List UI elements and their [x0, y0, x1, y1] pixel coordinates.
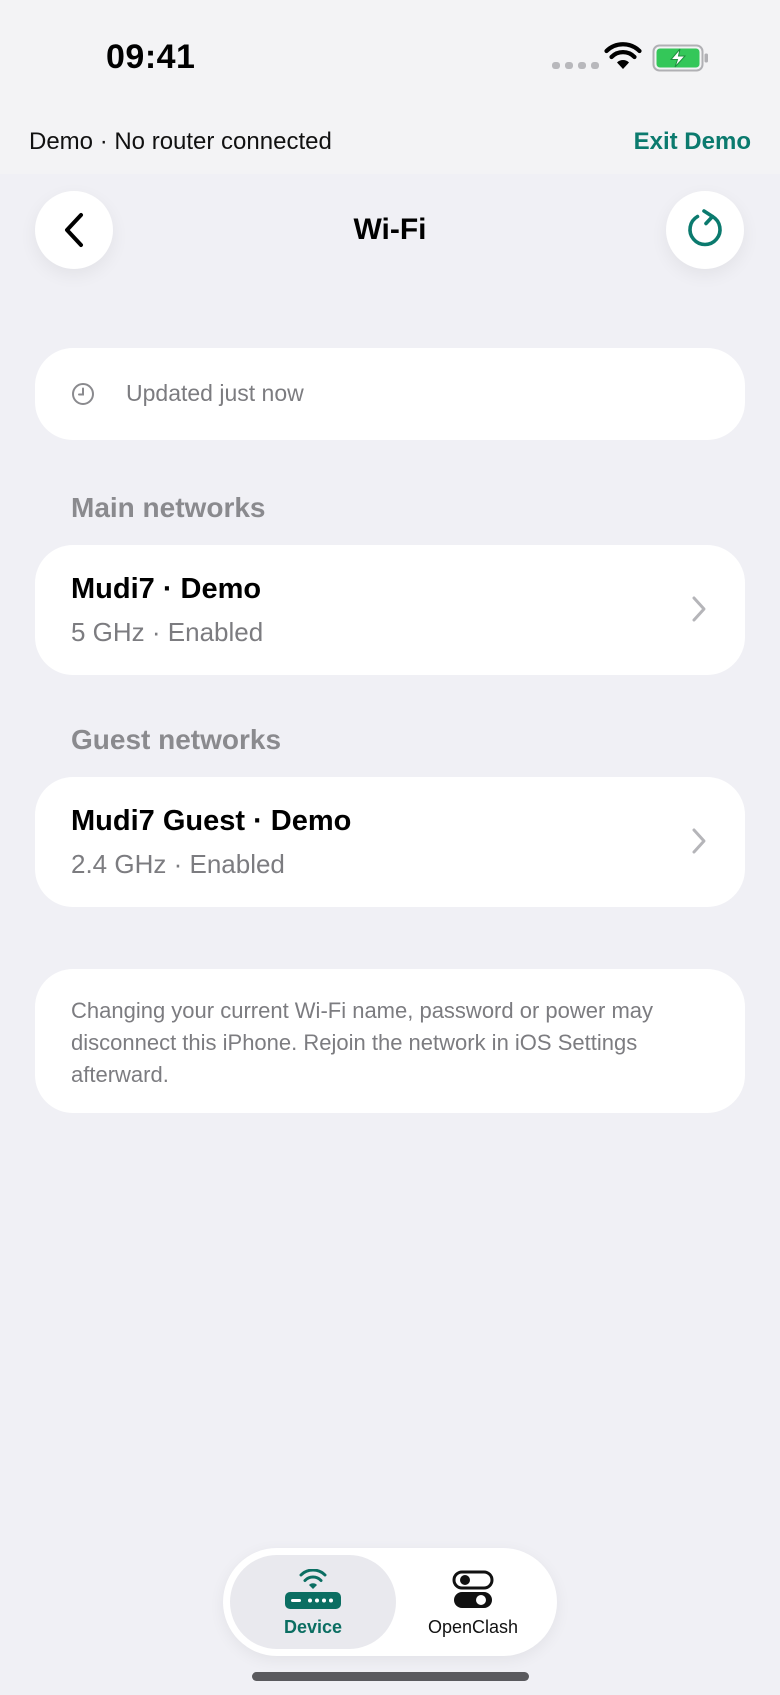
network-detail: 5 GHz · Enabled [71, 617, 264, 647]
home-indicator[interactable] [252, 1672, 529, 1681]
wifi-icon [604, 42, 642, 69]
tab-device[interactable]: Device [230, 1555, 396, 1649]
refresh-icon [688, 209, 722, 247]
tab-openclash-label: OpenClash [427, 1617, 519, 1637]
updated-status-card: Updated just now [35, 348, 745, 440]
signal-dots-icon [552, 62, 599, 69]
page-title: Wi-Fi [353, 213, 427, 246]
network-row-main[interactable]: Mudi7 · Demo 5 GHz · Enabled [35, 545, 745, 675]
updated-text: Updated just now [126, 380, 304, 406]
status-time: 09:41 [106, 38, 196, 76]
network-row-guest[interactable]: Mudi7 Guest · Demo 2.4 GHz · Enabled [35, 777, 745, 907]
network-name: Mudi7 · Demo [71, 573, 262, 605]
toggles-icon [452, 1570, 494, 1608]
section-label-guest-networks: Guest networks [71, 724, 282, 755]
tab-bar: Device OpenClash [223, 1548, 557, 1656]
disconnect-warning-card: Changing your current Wi-Fi name, passwo… [35, 969, 745, 1113]
exit-demo-button[interactable]: Exit Demo [634, 128, 751, 156]
demo-status-text: Demo · No router connected [29, 128, 332, 155]
clock-icon [72, 383, 94, 405]
demo-banner: Demo · No router connected Exit Demo [0, 110, 780, 174]
disconnect-warning-text: Changing your current Wi-Fi name, passwo… [71, 998, 654, 1087]
battery-charging-icon [652, 44, 708, 72]
status-bar: 09:41 [0, 0, 780, 110]
section-label-main-networks: Main networks [71, 492, 266, 523]
network-name: Mudi7 Guest · Demo [71, 805, 352, 837]
tab-openclash[interactable]: OpenClash [396, 1555, 550, 1649]
router-icon [285, 1569, 341, 1609]
tab-device-label: Device [283, 1617, 343, 1637]
network-detail: 2.4 GHz · Enabled [71, 849, 285, 879]
chevron-right-icon [692, 596, 706, 622]
refresh-button[interactable] [666, 191, 744, 269]
chevron-right-icon [692, 828, 706, 854]
